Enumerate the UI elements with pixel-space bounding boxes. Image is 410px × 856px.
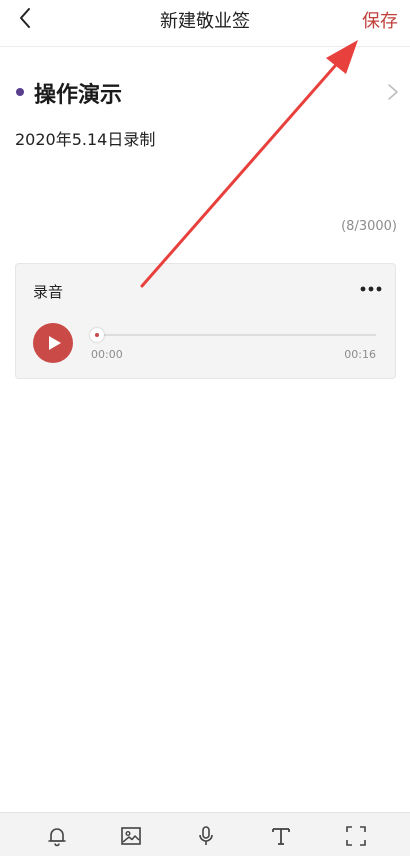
- progress-knob[interactable]: [90, 328, 104, 342]
- more-dots-icon: [360, 286, 382, 292]
- duration-time: 00:16: [344, 348, 376, 361]
- play-button[interactable]: [33, 323, 73, 363]
- bottom-toolbar: [0, 812, 410, 856]
- audio-recording-card: 录音 00:00 00:16: [15, 263, 396, 379]
- image-icon[interactable]: [120, 825, 142, 847]
- microphone-icon[interactable]: [195, 825, 217, 847]
- progress-track[interactable]: [94, 334, 376, 336]
- save-button[interactable]: 保存: [362, 7, 398, 33]
- audio-label: 录音: [33, 283, 64, 301]
- page-title: 新建敬业签: [160, 11, 250, 32]
- text-icon[interactable]: [270, 825, 292, 847]
- note-title-row[interactable]: 操作演示: [14, 78, 404, 108]
- header-bar: 新建敬业签 保存: [0, 0, 410, 47]
- chevron-right-icon[interactable]: [386, 82, 400, 102]
- note-title: 操作演示: [34, 83, 123, 108]
- current-time: 00:00: [91, 348, 123, 361]
- play-icon: [49, 336, 61, 350]
- note-body-text[interactable]: 2020年5.14日录制: [15, 126, 155, 150]
- character-count: (8/3000): [341, 219, 397, 234]
- more-options-button[interactable]: [359, 281, 383, 295]
- bell-icon[interactable]: [46, 825, 68, 847]
- fullscreen-icon[interactable]: [345, 825, 367, 847]
- title-bullet: [16, 88, 24, 96]
